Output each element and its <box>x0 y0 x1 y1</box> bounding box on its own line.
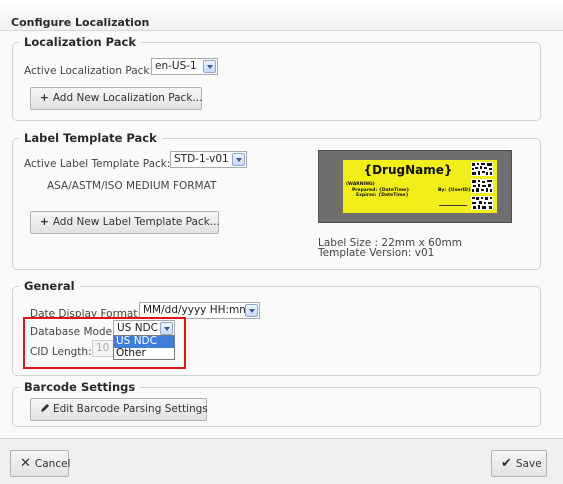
dialog-content: Localization Pack Active Localization Pa… <box>0 31 563 438</box>
preview-by: By: {UserID} <box>438 188 472 193</box>
active-localization-pack-value: en-US-1 <box>155 60 197 72</box>
barcode-settings-legend: Barcode Settings <box>19 380 141 394</box>
plus-icon: + <box>40 216 49 228</box>
add-localization-pack-button[interactable]: + Add New Localization Pack... <box>30 87 202 110</box>
chevron-down-icon <box>232 153 245 166</box>
active-localization-pack-select[interactable]: en-US-1 <box>151 58 218 75</box>
x-icon: ✕ <box>20 456 31 471</box>
active-localization-pack-label: Active Localization Pack: <box>24 65 154 77</box>
barcode-icon <box>471 196 493 210</box>
edit-barcode-parsing-settings-label: Edit Barcode Parsing Settings <box>53 403 208 415</box>
database-mode-dropdown-list[interactable]: US NDC Other <box>113 335 175 360</box>
active-label-template-pack-value: STD-1-v01 <box>174 153 229 165</box>
dropdown-option-us-ndc[interactable]: US NDC <box>114 336 174 348</box>
dialog-footer: ✕ Cancel ✔ Save <box>0 438 563 484</box>
active-label-template-pack-select[interactable]: STD-1-v01 <box>170 151 247 168</box>
checkmark-icon: ✔ <box>501 456 512 471</box>
pencil-icon <box>41 404 49 412</box>
preview-warning: (WARNING) <box>346 182 375 187</box>
add-label-template-pack-button[interactable]: + Add New Label Template Pack... <box>30 211 220 234</box>
save-button[interactable]: ✔ Save <box>491 450 547 477</box>
dialog-title: Configure Localization <box>11 16 150 29</box>
active-label-template-pack-label: Active Label Template Pack: <box>24 158 171 170</box>
date-display-format-value: MM/dd/yyyy HH:mm <box>143 304 250 316</box>
plus-icon: + <box>40 92 49 104</box>
template-format-name: ASA/ASTM/ISO MEDIUM FORMAT <box>47 180 217 192</box>
label-template-pack-legend: Label Template Pack <box>19 131 162 145</box>
preview-signature-line <box>439 205 467 206</box>
cancel-button[interactable]: ✕ Cancel <box>10 450 71 477</box>
chevron-down-icon <box>245 304 258 317</box>
label-preview-sticker: {DrugName} (WARNING) Prepared: {DateTime… <box>343 160 497 213</box>
save-label: Save <box>515 458 542 470</box>
barcode-icon <box>471 179 493 193</box>
dialog-titlebar: Configure Localization <box>0 0 563 31</box>
label-template-preview: {DrugName} (WARNING) Prepared: {DateTime… <box>318 150 512 223</box>
preview-expires: Expires: {DateTime} <box>356 193 409 198</box>
chevron-down-icon <box>203 60 216 73</box>
cancel-label: Cancel <box>34 458 71 470</box>
add-label-template-pack-label: Add New Label Template Pack... <box>52 216 220 228</box>
preview-drug-name: {DrugName} <box>363 163 453 177</box>
general-legend: General <box>19 279 80 293</box>
add-localization-pack-label: Add New Localization Pack... <box>52 92 203 104</box>
edit-barcode-parsing-settings-button[interactable]: Edit Barcode Parsing Settings <box>30 398 208 421</box>
dropdown-option-other[interactable]: Other <box>114 347 174 360</box>
barcode-icon <box>471 162 493 176</box>
template-version-text: Template Version: v01 <box>318 247 435 259</box>
localization-pack-legend: Localization Pack <box>19 35 142 49</box>
